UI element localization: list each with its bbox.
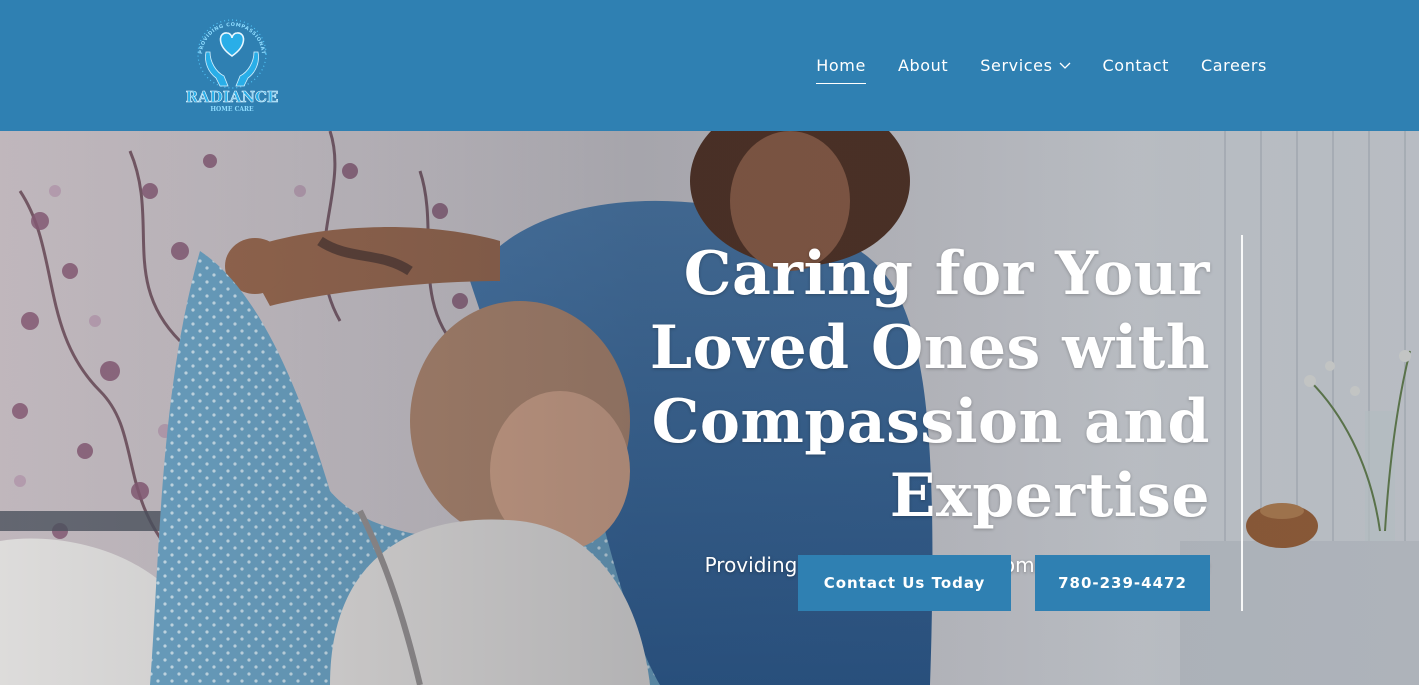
hero-title: Caring for Your Loved Ones with Compassi… — [649, 239, 1210, 531]
contact-us-button[interactable]: Contact Us Today — [798, 555, 1011, 611]
nav-services[interactable]: Services — [980, 54, 1070, 78]
nav-home[interactable]: Home — [816, 54, 866, 84]
nav-careers[interactable]: Careers — [1201, 54, 1267, 78]
nav-careers-label: Careers — [1200, 56, 1267, 75]
phone-button[interactable]: 780-239-4472 — [1035, 555, 1210, 611]
chevron-down-icon — [1059, 62, 1070, 69]
hero-buttons: Contact Us Today 780-239-4472 — [798, 555, 1210, 611]
nav-contact[interactable]: Contact — [1103, 54, 1169, 78]
main-nav: Home About Services Contact Careers — [816, 54, 1267, 84]
nav-about-label: About — [897, 56, 949, 75]
nav-services-label: Services — [980, 56, 1053, 75]
heart-in-hands-icon: PROVIDING COMPASSIONATE CARE RADIANCE HO… — [186, 12, 278, 113]
hero-divider — [1241, 235, 1243, 611]
nav-about[interactable]: About — [898, 54, 948, 78]
nav-contact-label: Contact — [1102, 56, 1169, 75]
hero-content: Caring for Your Loved Ones with Compassi… — [490, 237, 1210, 579]
hero-section: Caring for Your Loved Ones with Compassi… — [0, 131, 1419, 685]
nav-home-label: Home — [816, 56, 866, 75]
site-header: PROVIDING COMPASSIONATE CARE RADIANCE HO… — [0, 0, 1419, 131]
logo-tagline: HOME CARE — [210, 106, 254, 113]
brand-logo[interactable]: PROVIDING COMPASSIONATE CARE RADIANCE HO… — [186, 12, 278, 116]
logo-wordmark: RADIANCE — [186, 88, 278, 106]
